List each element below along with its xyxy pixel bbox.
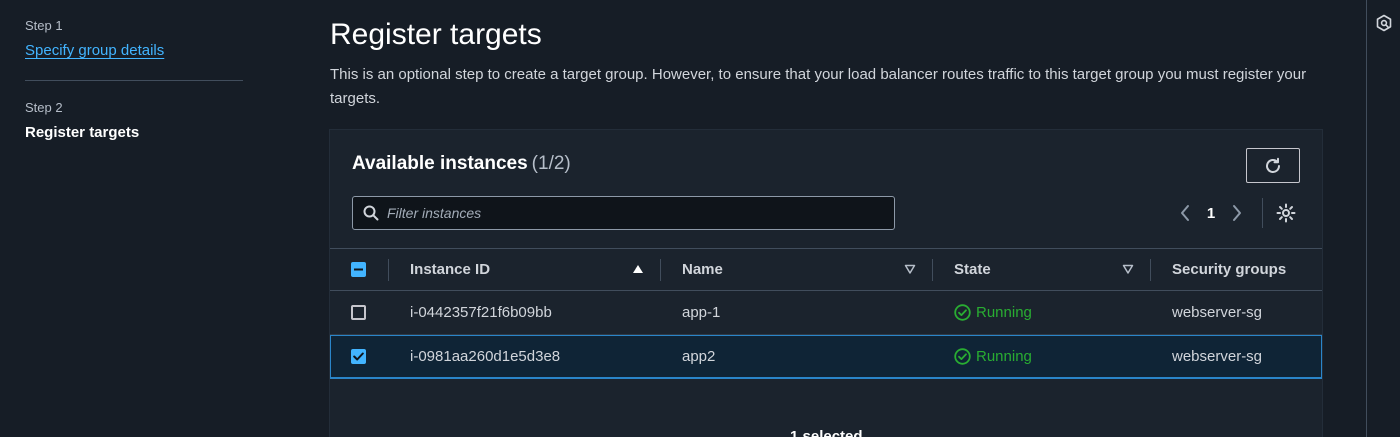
name-cell: app2 xyxy=(682,348,716,365)
specify-group-details-link[interactable]: Specify group details xyxy=(25,42,164,59)
page-description: This is an optional step to create a tar… xyxy=(330,66,1307,107)
refresh-button[interactable] xyxy=(1246,148,1300,183)
column-header-name[interactable]: Name xyxy=(682,249,723,290)
column-header-security-groups[interactable]: Security groups xyxy=(1172,249,1286,290)
row-checkbox[interactable] xyxy=(351,349,366,364)
sort-unsorted-icon[interactable] xyxy=(904,263,916,275)
panel-title: Available instances (1/2) xyxy=(352,153,571,175)
current-step-title: Register targets xyxy=(25,124,140,141)
state-text: Running xyxy=(976,304,1032,321)
toolbar-divider xyxy=(1262,198,1263,228)
column-divider xyxy=(660,259,661,281)
column-header-state[interactable]: State xyxy=(954,249,991,290)
next-page-button[interactable] xyxy=(1224,200,1250,226)
panel-title-text: Available instances xyxy=(352,153,528,174)
search-icon xyxy=(363,205,379,221)
check-circle-icon xyxy=(954,348,971,365)
column-divider xyxy=(932,259,933,281)
page-title: Register targets xyxy=(330,18,542,51)
security-group-cell: webserver-sg xyxy=(1172,348,1263,365)
page-root: Step 1 Specify group details Step 2 Regi… xyxy=(0,0,1400,437)
available-instances-panel: Available instances(1/2) 1 xyxy=(330,130,1322,437)
table-settings-button[interactable] xyxy=(1272,200,1300,226)
table-row[interactable]: i-0981aa260d1e5d3e8 app2 Running webserv… xyxy=(330,335,1322,379)
name-cell: app-1 xyxy=(682,304,721,321)
security-group-cell: webserver-sg xyxy=(1172,304,1263,321)
checkmark-icon xyxy=(353,352,364,361)
current-page-number[interactable]: 1 xyxy=(1198,205,1224,222)
table-header-row: Instance ID Name State Security groups xyxy=(330,248,1322,291)
step-1-label: Step 1 xyxy=(25,18,63,33)
sort-unsorted-icon[interactable] xyxy=(1122,263,1134,275)
sort-ascending-icon[interactable] xyxy=(632,263,644,275)
right-side-rail xyxy=(1366,0,1400,437)
state-cell: Running xyxy=(954,291,1032,334)
instances-table: Instance ID Name State Security groups i… xyxy=(330,248,1322,379)
step-divider xyxy=(25,80,243,81)
filter-instances-box[interactable] xyxy=(352,196,895,230)
check-circle-icon xyxy=(954,304,971,321)
table-row[interactable]: i-0442357f21f6b09bb app-1 Running webser… xyxy=(330,291,1322,335)
refresh-icon xyxy=(1266,157,1280,173)
instance-id-cell: i-0981aa260d1e5d3e8 xyxy=(410,348,561,365)
chevron-left-icon xyxy=(1181,205,1189,221)
select-all-checkbox[interactable] xyxy=(351,262,366,277)
filter-instances-input[interactable] xyxy=(387,205,894,221)
state-text: Running xyxy=(976,348,1032,365)
column-divider xyxy=(388,259,389,281)
step-2-label: Step 2 xyxy=(25,100,63,115)
state-cell: Running xyxy=(954,335,1032,378)
info-hexagon-icon[interactable] xyxy=(1375,14,1393,32)
gear-icon xyxy=(1276,203,1296,223)
minus-icon xyxy=(354,268,363,271)
column-divider xyxy=(1150,259,1151,281)
row-checkbox[interactable] xyxy=(351,305,366,320)
selected-count-text: 1 selected xyxy=(790,428,863,437)
chevron-right-icon xyxy=(1233,205,1241,221)
selection-count: (1/2) xyxy=(531,153,571,174)
column-header-instance-id[interactable]: Instance ID xyxy=(410,249,490,290)
instance-id-cell: i-0442357f21f6b09bb xyxy=(410,304,552,321)
pagination: 1 xyxy=(1172,200,1250,226)
previous-page-button[interactable] xyxy=(1172,200,1198,226)
